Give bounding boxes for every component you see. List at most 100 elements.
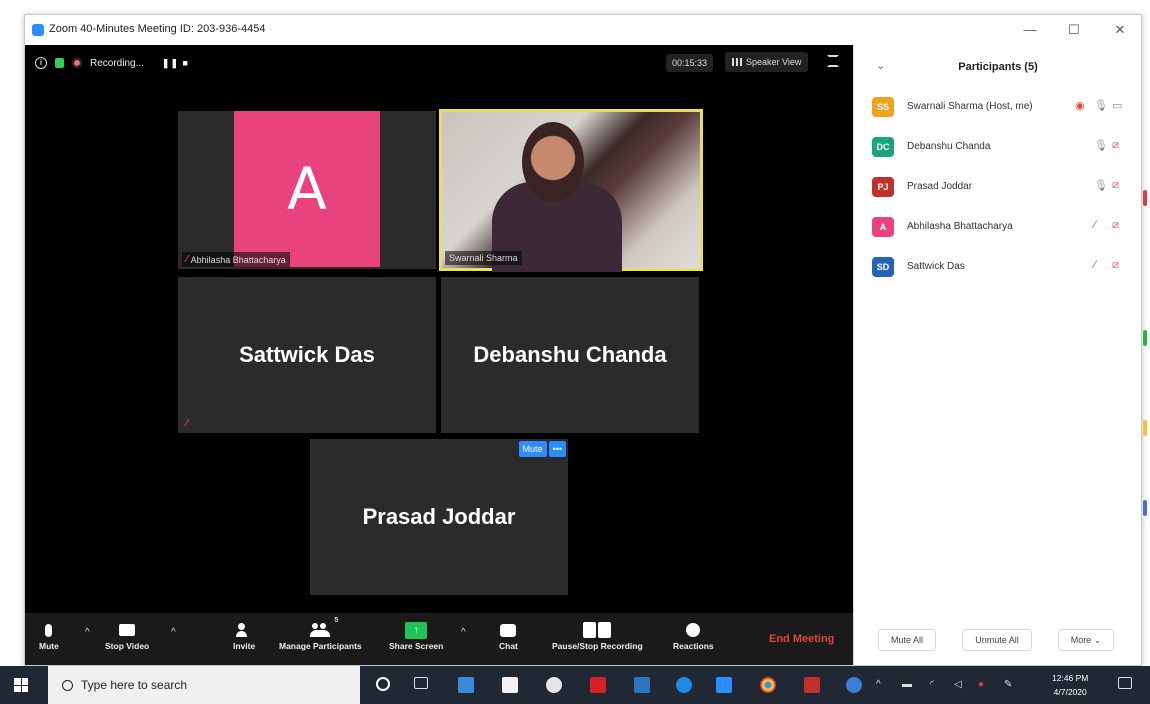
participant-name: Prasad Joddar	[907, 181, 973, 192]
pause-stop-icon	[583, 622, 612, 638]
tile-name-label: Abhilasha Bhattacharya	[190, 254, 286, 265]
close-button[interactable]: ✕	[1105, 20, 1135, 40]
help-icon[interactable]	[846, 677, 862, 693]
video-tile-swarnali[interactable]: Swarnali Sharma	[439, 109, 703, 272]
mail-icon[interactable]	[634, 677, 650, 693]
share-screen-button[interactable]: ↑ Share Screen	[389, 619, 443, 651]
lock-icon[interactable]	[55, 58, 64, 68]
background-edge-mark	[1143, 500, 1147, 516]
recording-pause-stop-controls[interactable]: ❚❚ ■	[162, 58, 189, 69]
meeting-toolbar: Mute ^ Stop Video ^ Invite 5 Manage Part…	[25, 613, 853, 665]
pause-stop-recording-label: Pause/Stop Recording	[552, 641, 643, 651]
microphone-icon[interactable]: 🎙	[1094, 179, 1108, 192]
pen-icon[interactable]: ✎	[1004, 679, 1012, 690]
tile-name-label: Swarnali Sharma	[449, 253, 518, 263]
search-icon	[62, 679, 73, 691]
notifications-icon[interactable]	[1118, 677, 1132, 689]
participant-row[interactable]: DC Debanshu Chanda 🎙 ⧄	[854, 127, 1142, 167]
tile-display-name: Prasad Joddar	[362, 504, 516, 529]
unmute-all-button[interactable]: Unmute All	[962, 629, 1032, 651]
windows-start-icon[interactable]	[14, 678, 28, 692]
tile-name-tag: ⁄ Abhilasha Bhattacharya	[182, 252, 290, 267]
tile-mute-button[interactable]: Mute	[518, 441, 547, 457]
antivirus-icon[interactable]: ●	[978, 679, 984, 690]
microphone-muted-icon[interactable]: ⁄	[1094, 259, 1096, 271]
video-tile-prasad[interactable]: Prasad Joddar Mute •••	[310, 439, 568, 595]
muted-mic-icon: ⁄	[186, 254, 188, 265]
participant-row[interactable]: PJ Prasad Joddar 🎙 ⧄	[854, 167, 1142, 207]
camera-off-icon[interactable]: ⧄	[1112, 259, 1119, 272]
avatar: A	[872, 217, 894, 237]
minimize-button[interactable]: —	[1015, 20, 1045, 40]
microphone-icon	[45, 623, 53, 637]
end-meeting-button[interactable]: End Meeting	[769, 633, 834, 645]
reactions-button[interactable]: Reactions	[673, 619, 714, 651]
share-screen-label: Share Screen	[389, 641, 444, 651]
avatar: A	[234, 111, 380, 267]
audio-options-caret[interactable]: ^	[85, 627, 90, 638]
tray-expand-icon[interactable]: ^	[876, 679, 881, 690]
video-area: i Recording... ❚❚ ■ 00:15:33 Speaker Vie…	[25, 45, 853, 665]
recording-label: Recording...	[90, 57, 144, 69]
grid-icon	[732, 58, 742, 66]
maximize-button[interactable]: ☐	[1059, 20, 1089, 40]
recording-icon: ◉	[1075, 100, 1085, 112]
add-person-icon	[236, 623, 252, 637]
participants-panel-title: Participants (5)	[958, 61, 1038, 73]
more-button[interactable]: More ⌄	[1058, 629, 1114, 651]
camera-off-icon[interactable]: ⧄	[1112, 179, 1119, 192]
video-feed	[442, 112, 700, 272]
participant-row[interactable]: SS Swarnali Sharma (Host, me) ◉ 🎙 ▭	[854, 87, 1142, 127]
participant-row[interactable]: SD Sattwick Das ⁄ ⧄	[854, 247, 1142, 287]
manage-participants-button[interactable]: 5 Manage Participants	[279, 617, 362, 651]
mute-all-button[interactable]: Mute All	[878, 629, 936, 651]
video-options-caret[interactable]: ^	[171, 627, 176, 638]
tile-more-button[interactable]: •••	[548, 441, 566, 457]
wifi-icon[interactable]: ◜	[930, 679, 934, 690]
fullscreen-icon[interactable]	[827, 55, 839, 67]
speaker-view-button[interactable]: Speaker View	[725, 52, 809, 72]
background-edge-mark	[1143, 420, 1147, 436]
invite-button[interactable]: Invite	[233, 619, 255, 651]
video-tile-debanshu[interactable]: Debanshu Chanda	[441, 277, 699, 433]
zoom-window: Zoom 40-Minutes Meeting ID: 203-936-4454…	[24, 14, 1142, 666]
volume-icon[interactable]: ◁	[954, 679, 962, 690]
chrome-icon[interactable]	[760, 677, 776, 693]
avatar: SD	[872, 257, 894, 277]
mute-button[interactable]: Mute	[39, 619, 59, 651]
microphone-muted-icon[interactable]: ⁄	[1094, 219, 1096, 231]
microphone-icon[interactable]: 🎙	[1094, 139, 1108, 152]
chat-button[interactable]: Chat	[499, 619, 518, 651]
edge-browser-icon[interactable]	[676, 677, 692, 693]
zoom-app-icon[interactable]	[716, 677, 732, 693]
taskbar-date: 4/7/2020	[1053, 687, 1087, 697]
participant-row[interactable]: A Abhilasha Bhattacharya ⁄ ⧄	[854, 207, 1142, 247]
camera-off-icon[interactable]: ⧄	[1112, 139, 1119, 152]
camera-icon[interactable]: ▭	[1112, 99, 1122, 112]
title-bar: Zoom 40-Minutes Meeting ID: 203-936-4454…	[25, 15, 1141, 45]
video-tile-abhilasha[interactable]: A ⁄ Abhilasha Bhattacharya	[178, 111, 436, 269]
chat-label: Chat	[499, 641, 518, 651]
stop-video-button[interactable]: Stop Video	[105, 619, 149, 651]
muted-mic-icon: ⁄	[186, 418, 188, 429]
netflix-icon[interactable]	[590, 677, 606, 693]
battery-icon[interactable]: ▬	[902, 679, 912, 690]
windows-taskbar: Type here to search ^ ▬ ◜ ◁ ● ✎ 12:46 PM…	[0, 666, 1150, 704]
taskbar-clock[interactable]: 12:46 PM 4/7/2020	[1052, 671, 1088, 699]
video-tile-sattwick[interactable]: Sattwick Das ⁄	[178, 277, 436, 433]
task-view-icon[interactable]	[414, 677, 428, 689]
manage-participants-label: Manage Participants	[279, 641, 362, 651]
chat-bubble-icon	[500, 623, 517, 637]
info-icon[interactable]: i	[35, 57, 47, 69]
taskbar-search-box[interactable]: Type here to search	[48, 666, 360, 704]
acrobat-icon[interactable]	[804, 677, 820, 693]
cortana-icon[interactable]	[376, 677, 390, 691]
pause-stop-recording-button[interactable]: Pause/Stop Recording	[552, 619, 643, 651]
share-options-caret[interactable]: ^	[461, 627, 466, 638]
mute-label: Mute	[39, 641, 59, 651]
calculator-icon[interactable]	[458, 677, 474, 693]
dropbox-icon[interactable]	[546, 677, 562, 693]
microphone-icon[interactable]: 🎙	[1094, 99, 1108, 112]
camera-off-icon[interactable]: ⧄	[1112, 219, 1119, 232]
store-bag-icon[interactable]	[502, 677, 518, 693]
